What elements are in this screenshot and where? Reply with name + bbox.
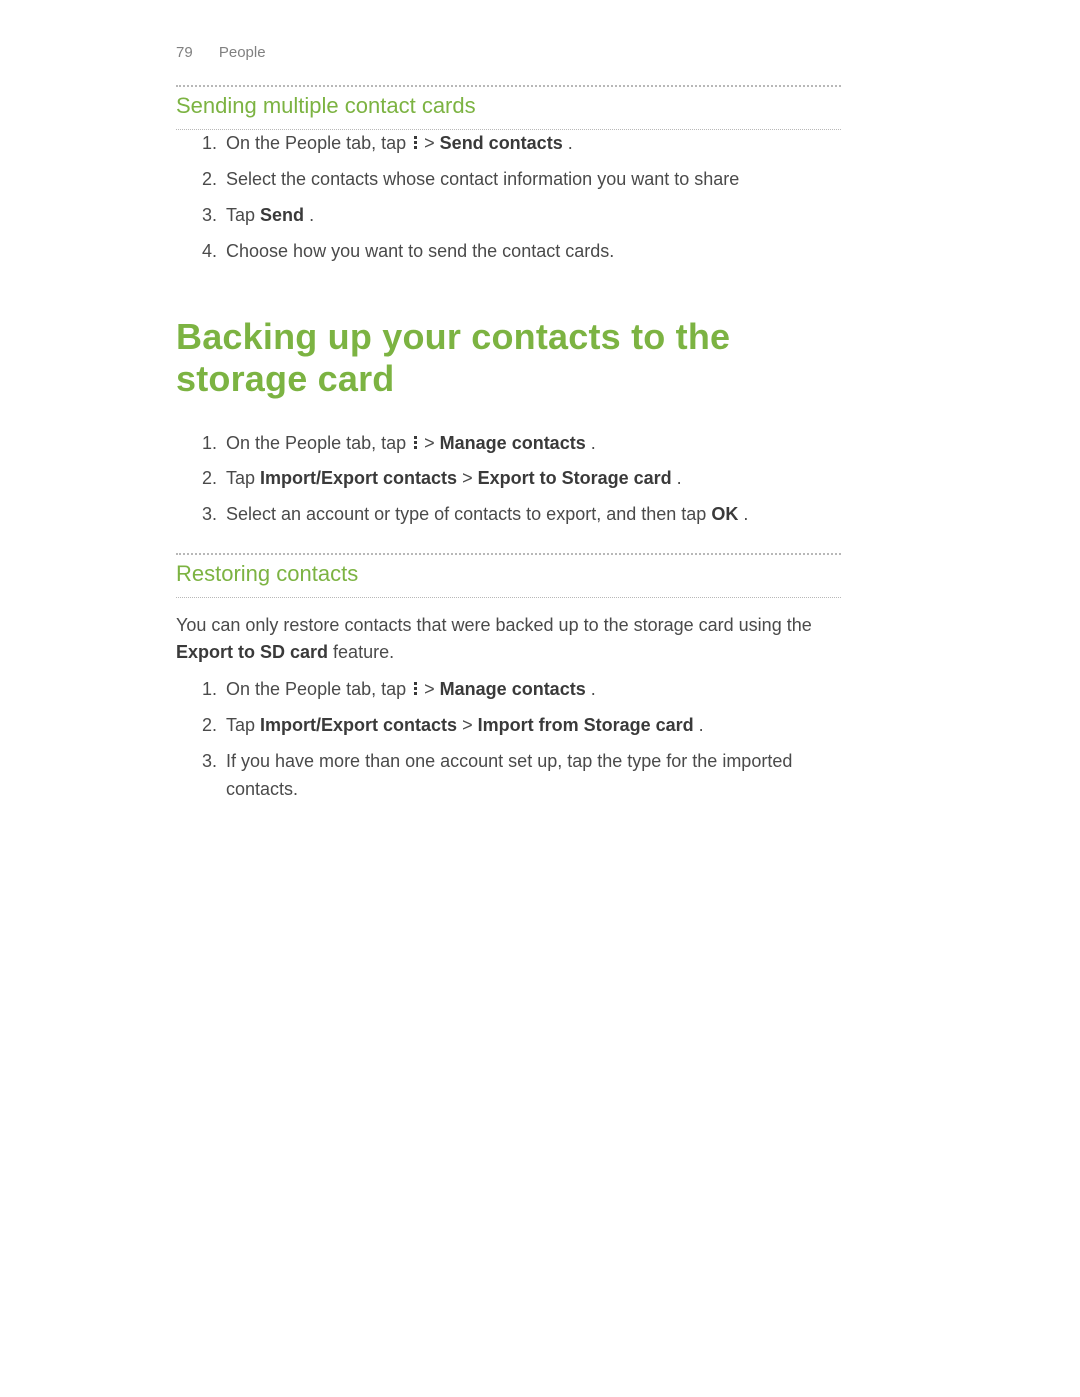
step-item: Tap Import/Export contacts > Import from… bbox=[222, 712, 841, 740]
ui-label: Send contacts bbox=[440, 133, 563, 153]
steps-list: On the People tab, tap > Send contacts .… bbox=[176, 130, 841, 266]
step-item: Tap Send . bbox=[222, 202, 841, 230]
step-text: On the People tab, tap bbox=[226, 679, 411, 699]
ui-label: Manage contacts bbox=[440, 433, 586, 453]
step-text: Tap bbox=[226, 205, 260, 225]
step-text: . bbox=[591, 679, 596, 699]
step-item: On the People tab, tap > Manage contacts… bbox=[222, 676, 841, 704]
paragraph: You can only restore contacts that were … bbox=[176, 612, 841, 666]
step-item: On the People tab, tap > Manage contacts… bbox=[222, 430, 841, 458]
step-text: Choose how you want to send the contact … bbox=[226, 241, 614, 261]
steps-list: On the People tab, tap > Manage contacts… bbox=[176, 676, 841, 804]
step-text: > bbox=[424, 133, 440, 153]
step-text: > bbox=[424, 433, 440, 453]
step-item: Select an account or type of contacts to… bbox=[222, 501, 841, 529]
step-text: Select the contacts whose contact inform… bbox=[226, 169, 739, 189]
step-text: Tap bbox=[226, 468, 260, 488]
page-number: 79 bbox=[176, 44, 193, 61]
step-item: Select the contacts whose contact inform… bbox=[222, 166, 841, 194]
step-text: On the People tab, tap bbox=[226, 433, 411, 453]
ui-label: Manage contacts bbox=[440, 679, 586, 699]
step-item: Choose how you want to send the contact … bbox=[222, 238, 841, 266]
step-text: Tap bbox=[226, 715, 260, 735]
step-text: If you have more than one account set up… bbox=[226, 751, 792, 799]
step-item: If you have more than one account set up… bbox=[222, 748, 841, 804]
ui-label: Import/Export contacts bbox=[260, 715, 457, 735]
step-text: . bbox=[568, 133, 573, 153]
step-text: . bbox=[699, 715, 704, 735]
ui-label: OK bbox=[711, 504, 738, 524]
step-text: > bbox=[462, 715, 478, 735]
step-item: On the People tab, tap > Send contacts . bbox=[222, 130, 841, 158]
content-column: 79 People Sending multiple contact cards… bbox=[176, 44, 841, 804]
step-text: . bbox=[309, 205, 314, 225]
step-text: On the People tab, tap bbox=[226, 133, 411, 153]
ui-label: Import/Export contacts bbox=[260, 468, 457, 488]
ui-label: Export to Storage card bbox=[478, 468, 672, 488]
heading-backing-up: Backing up your contacts to the storage … bbox=[176, 316, 841, 400]
body-text: feature. bbox=[333, 642, 394, 662]
steps-list: On the People tab, tap > Manage contacts… bbox=[176, 430, 841, 530]
ui-label: Import from Storage card bbox=[478, 715, 694, 735]
page-header: 79 People bbox=[176, 44, 841, 61]
ui-label: Send bbox=[260, 205, 304, 225]
section-name: People bbox=[219, 44, 266, 61]
step-text: > bbox=[462, 468, 478, 488]
document-page: 79 People Sending multiple contact cards… bbox=[0, 0, 1080, 1397]
divider bbox=[176, 553, 841, 555]
vertical-dots-icon bbox=[413, 682, 417, 696]
step-text: . bbox=[677, 468, 682, 488]
divider bbox=[176, 85, 841, 87]
divider bbox=[176, 597, 841, 598]
step-text: . bbox=[591, 433, 596, 453]
step-item: Tap Import/Export contacts > Export to S… bbox=[222, 465, 841, 493]
step-text: Select an account or type of contacts to… bbox=[226, 504, 711, 524]
step-text: . bbox=[743, 504, 748, 524]
subheading-restoring: Restoring contacts bbox=[176, 561, 841, 587]
ui-label: Export to SD card bbox=[176, 642, 328, 662]
vertical-dots-icon bbox=[413, 436, 417, 450]
subheading-sending-multiple: Sending multiple contact cards bbox=[176, 93, 841, 119]
vertical-dots-icon bbox=[413, 136, 417, 150]
step-text: > bbox=[424, 679, 440, 699]
body-text: You can only restore contacts that were … bbox=[176, 615, 812, 635]
